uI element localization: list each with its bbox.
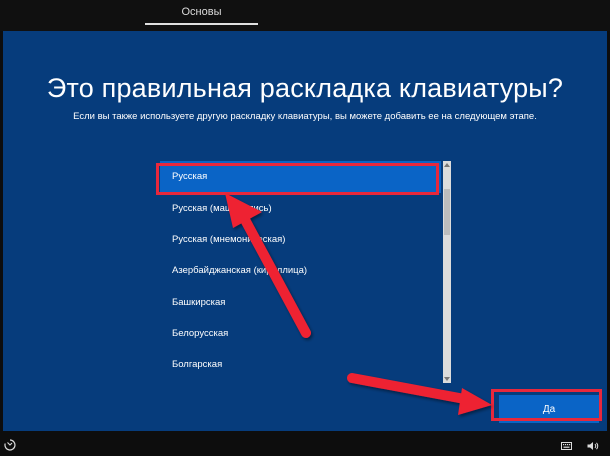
volume-icon[interactable] (587, 441, 599, 451)
scrollbar-thumb[interactable] (444, 189, 450, 235)
list-item[interactable]: Русская (машинопись) (160, 193, 441, 225)
list-item[interactable]: Русская (мнемоническая) (160, 224, 441, 256)
yes-button[interactable]: Да (499, 395, 599, 423)
list-item[interactable]: Азербайджанская (кириллица) (160, 255, 441, 287)
page-subtitle: Если вы также используете другую расклад… (73, 111, 537, 122)
list-item[interactable]: Болгарская (160, 349, 441, 381)
tab-active-underline (145, 23, 258, 25)
list-scrollbar[interactable] (443, 161, 451, 383)
bottom-bar (0, 431, 610, 456)
tab-basics[interactable]: Основы (145, 0, 258, 31)
setup-window: Основы Это правильная раскладка клавиату… (0, 0, 610, 456)
keyboard-icon[interactable] (561, 442, 572, 450)
keyboard-layout-list[interactable]: Русская Русская (машинопись) Русская (мн… (160, 161, 452, 383)
list-item-russian[interactable]: Русская (160, 161, 441, 193)
main-panel: Это правильная раскладка клавиатуры? Есл… (3, 31, 607, 431)
scroll-up-icon[interactable] (444, 163, 450, 167)
page-title: Это правильная раскладка клавиатуры? (46, 73, 564, 103)
ease-of-access-icon[interactable] (4, 439, 16, 451)
top-bar: Основы (0, 0, 610, 31)
list-item[interactable]: Белорусская (160, 318, 441, 350)
scroll-down-icon[interactable] (444, 377, 450, 381)
tab-basics-label: Основы (181, 6, 222, 18)
list-item[interactable]: Башкирская (160, 287, 441, 319)
